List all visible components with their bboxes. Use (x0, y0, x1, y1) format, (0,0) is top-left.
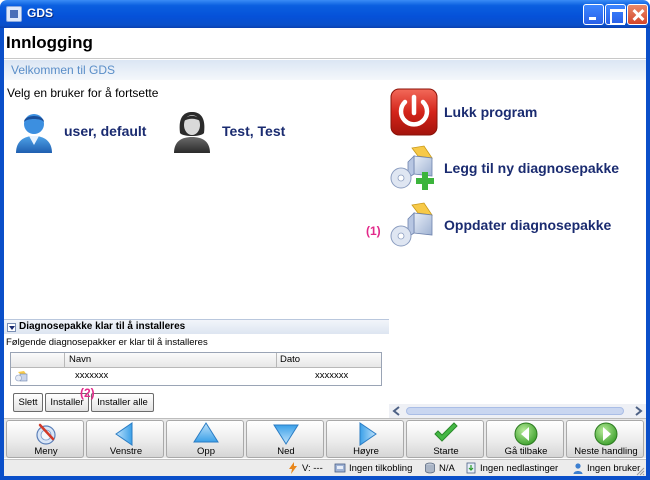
column-header-name[interactable]: Navn (69, 354, 91, 365)
table-header: Navn Dato (11, 353, 381, 368)
title-bar: GDS (0, 0, 650, 28)
collapse-toggle-icon[interactable] (7, 323, 16, 332)
status-voltage: V: --- (287, 461, 323, 475)
go-back-button[interactable]: Gå tilbake (486, 420, 564, 458)
user-default[interactable]: user, default (10, 107, 146, 155)
close-button[interactable] (627, 4, 648, 25)
toolbar-label: Venstre (109, 446, 143, 457)
user-icon (572, 462, 584, 474)
package-section-subtitle: Følgende diagnosepakker er klar til å in… (6, 337, 208, 348)
arrow-left-icon (112, 422, 140, 446)
status-voltage-text: V: --- (302, 462, 323, 474)
package-name-cell: xxxxxxx (75, 370, 109, 381)
toolbar-label: Ned (277, 446, 295, 457)
annotation-marker-2: (2) (80, 386, 95, 400)
arrow-down-icon (272, 422, 300, 446)
update-package-icon (388, 199, 440, 251)
package-section-header[interactable]: Diagnosepakke klar til å installeres (4, 319, 389, 334)
user-name: user, default (64, 123, 147, 139)
status-connection-text: Ingen tilkobling (349, 462, 413, 474)
toolbar-label: Høyre (353, 446, 379, 457)
delete-button[interactable]: Slett (13, 393, 43, 412)
lightning-icon (287, 462, 299, 474)
column-divider (276, 353, 277, 368)
menu-icon (32, 422, 60, 446)
app-icon (6, 6, 22, 22)
right-button[interactable]: Høyre (326, 420, 404, 458)
window-frame-left (0, 28, 4, 480)
next-action-button[interactable]: Neste handling (566, 420, 644, 458)
add-package-button[interactable]: Legg til ny diagnosepakke (388, 142, 619, 194)
status-downloads-text: Ingen nedlastinger (480, 462, 559, 474)
female-user-icon (168, 107, 216, 155)
status-downloads: Ingen nedlastinger (465, 461, 558, 475)
update-package-button[interactable]: Oppdater diagnosepakke (388, 199, 611, 251)
toolbar-label: Starte (433, 446, 459, 457)
scroll-left-icon[interactable] (391, 405, 403, 417)
minimize-button[interactable] (583, 4, 604, 25)
horizontal-scrollbar[interactable] (389, 404, 646, 418)
down-button[interactable]: Ned (246, 420, 324, 458)
toolbar-label: Neste handling (574, 446, 638, 457)
table-row[interactable]: xxxxxxx xxxxxxx (11, 368, 381, 385)
arrow-up-icon (192, 422, 220, 446)
window-frame-bottom (0, 476, 650, 480)
connection-icon (334, 462, 346, 474)
next-icon (592, 422, 620, 446)
action-label: Lukk program (444, 104, 538, 120)
checkmark-icon (432, 422, 460, 446)
close-program-button[interactable]: Lukk program (388, 86, 537, 138)
package-table: Navn Dato xxxxxxx xxxxxxx (10, 352, 382, 386)
status-connection: Ingen tilkobling (334, 461, 412, 475)
toolbar-label: Gå tilbake (504, 446, 548, 457)
start-button[interactable]: Starte (406, 420, 484, 458)
action-label: Oppdater diagnosepakke (444, 217, 612, 233)
welcome-text: Velkommen til GDS (11, 63, 116, 77)
arrow-right-icon (352, 422, 380, 446)
toolbar-label: Opp (197, 446, 215, 457)
menu-button[interactable]: Meny (6, 420, 84, 458)
action-label: Legg til ny diagnosepakke (444, 160, 620, 176)
back-icon (512, 422, 540, 446)
window-frame-right (646, 28, 650, 480)
package-icon (15, 370, 28, 382)
up-button[interactable]: Opp (166, 420, 244, 458)
column-header-date[interactable]: Dato (280, 354, 300, 365)
add-package-icon (388, 142, 440, 194)
status-storage-text: N/A (439, 462, 455, 474)
user-test[interactable]: Test, Test (168, 107, 285, 155)
male-user-icon (10, 107, 58, 155)
database-icon (424, 462, 436, 474)
download-icon (465, 462, 477, 474)
page-title: Innlogging (6, 33, 93, 52)
window-title: GDS (27, 6, 54, 20)
scroll-right-icon[interactable] (632, 405, 644, 417)
left-button[interactable]: Venstre (86, 420, 164, 458)
maximize-button[interactable] (605, 4, 626, 25)
status-user-text: Ingen bruker (587, 462, 641, 474)
package-date-cell: xxxxxxx (315, 370, 349, 381)
user-name: Test, Test (222, 123, 286, 139)
status-user: Ingen bruker (572, 461, 640, 475)
install-all-button[interactable]: Installer alle (91, 393, 154, 412)
package-section-title: Diagnosepakke klar til å installeres (19, 321, 186, 332)
annotation-marker-1: (1) (366, 224, 381, 238)
title-divider (4, 58, 646, 59)
scrollbar-thumb[interactable] (406, 407, 624, 415)
column-divider (64, 353, 65, 368)
power-icon (388, 86, 440, 138)
resize-grip-icon[interactable] (636, 466, 645, 476)
toolbar-label: Meny (34, 446, 58, 457)
login-prompt: Velg en bruker for å fortsette (7, 86, 159, 100)
status-storage: N/A (424, 461, 455, 475)
